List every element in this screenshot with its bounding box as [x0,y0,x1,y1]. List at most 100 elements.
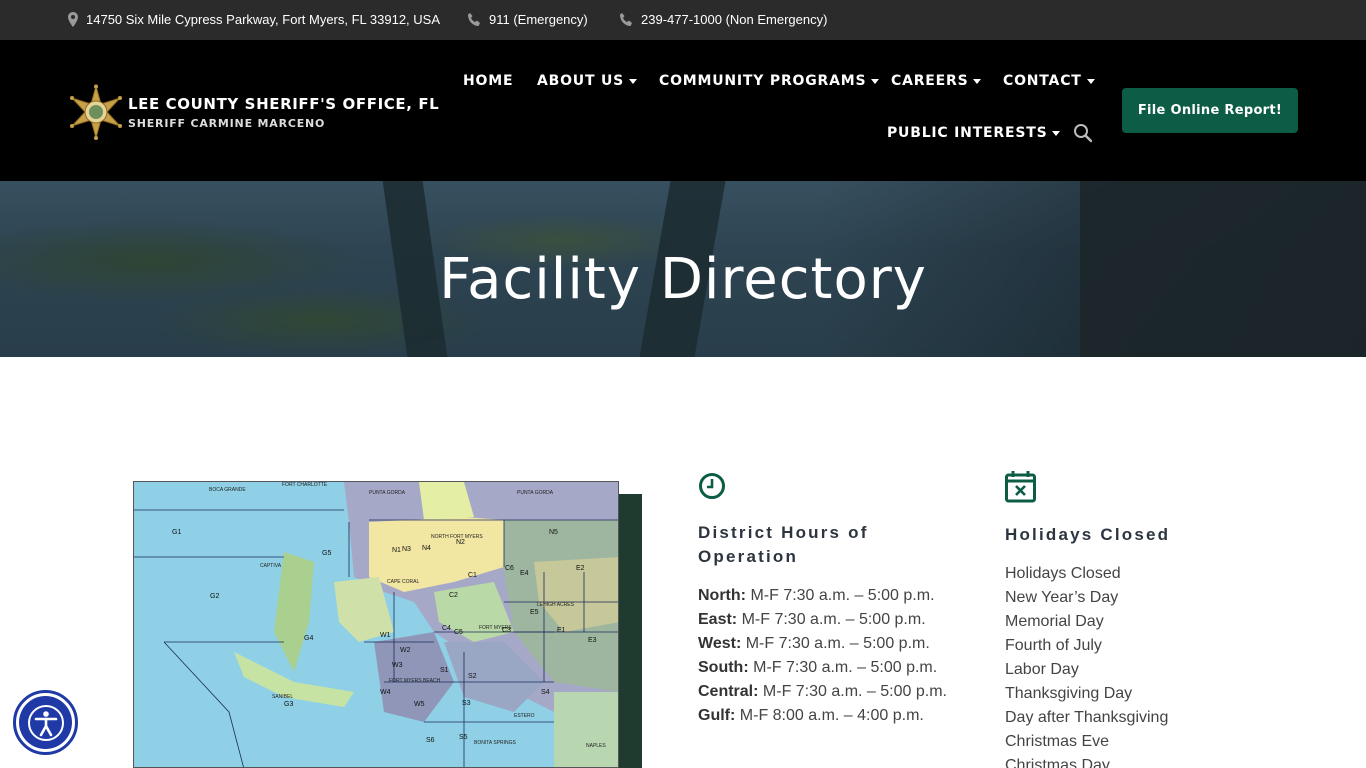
district-code-label: C6 [505,565,514,572]
hero-banner: Facility Directory [0,181,1366,357]
address-text: 14750 Six Mile Cypress Parkway, Fort Mye… [86,12,441,27]
accessibility-icon [27,704,64,741]
district-name: Central: [698,683,759,700]
map-label: CAPE CORAL [387,579,419,585]
district-code-label: N3 [402,546,411,553]
accessibility-button[interactable] [13,690,78,755]
nav-public-interests[interactable]: PUBLIC INTERESTS [887,125,1061,141]
district-code-label: W3 [392,662,403,669]
district-map-image[interactable]: BOCA GRANDE FORT CHARLOTTE PUNTA GORDA P… [133,481,619,768]
nav-contact[interactable]: CONTACT [1003,73,1095,89]
district-code-label: S2 [468,673,477,680]
holiday-item: New Year’s Day [1005,589,1119,606]
emergency-phone-item[interactable]: 911 (Emergency) [467,12,588,27]
phone-icon [620,12,632,26]
holidays-list: Holidays Closed New Year’s Day Memorial … [1005,562,1265,768]
holiday-item: Holidays Closed [1005,565,1121,582]
holiday-item: Fourth of July [1005,637,1102,654]
district-time: M-F 7:30 a.m. – 5:00 p.m. [762,683,947,700]
district-code-label: C5 [454,629,463,636]
district-code-label: N2 [456,539,465,546]
district-code-label: S5 [459,734,468,741]
district-code-label: G1 [172,529,181,536]
nav-careers[interactable]: CAREERS [891,73,982,89]
holiday-item: Christmas Day [1005,757,1110,768]
district-name: West: [698,635,742,652]
non-emergency-phone-text: 239-477-1000 (Non Emergency) [641,12,828,27]
map-label: PUNTA GORDA [517,490,554,496]
district-hours-section: District Hours of Operation North: M-F 7… [698,472,968,728]
hours-row: South: M-F 7:30 a.m. – 5:00 p.m. [698,656,968,680]
sheriff-star-badge-icon [70,84,122,140]
district-code-label: S3 [462,700,471,707]
district-code-label: G5 [322,550,331,557]
nav-home-label: HOME [463,73,514,89]
nav-careers-label: CAREERS [891,73,969,89]
hours-row: Gulf: M-F 8:00 a.m. – 4:00 p.m. [698,704,968,728]
file-online-report-button[interactable]: File Online Report! [1122,88,1298,133]
nav-home[interactable]: HOME [463,73,513,89]
caret-down-icon [973,78,982,84]
search-icon [1074,124,1093,143]
district-code-label: N5 [549,529,558,536]
non-emergency-phone-item[interactable]: 239-477-1000 (Non Emergency) [619,12,827,27]
search-button[interactable] [1073,123,1093,143]
district-name: Gulf: [698,707,736,724]
map-label: CAPTIVA [260,563,282,569]
district-map: BOCA GRANDE FORT CHARLOTTE PUNTA GORDA P… [134,482,618,767]
nav-about-us-label: ABOUT US [537,73,625,89]
emergency-phone-text: 911 (Emergency) [489,12,588,27]
map-shadow [615,494,642,768]
district-code-label: W5 [414,701,425,708]
map-label: BOCA GRANDE [209,487,246,493]
map-pin-icon [68,12,78,27]
district-code-label: N1 [392,547,401,554]
district-code-label: C4 [442,625,451,632]
nav-community-programs[interactable]: COMMUNITY PROGRAMS [659,73,880,89]
nav-public-interests-label: PUBLIC INTERESTS [887,125,1048,141]
holiday-item: Memorial Day [1005,613,1104,630]
district-name: South: [698,659,749,676]
hours-row: North: M-F 7:30 a.m. – 5:00 p.m. [698,584,968,608]
district-time: M-F 7:30 a.m. – 5:00 p.m. [750,587,935,604]
holiday-item: Christmas Eve [1005,733,1110,750]
district-code-label: C2 [449,592,458,599]
page-title: Facility Directory [439,247,927,312]
address-item[interactable]: 14750 Six Mile Cypress Parkway, Fort Mye… [68,12,440,27]
district-code-label: S6 [426,737,435,744]
district-code-label: N4 [422,545,431,552]
district-code-label: E5 [530,609,539,616]
holidays-title: Holidays Closed [1005,525,1171,544]
hours-row: Central: M-F 7:30 a.m. – 5:00 p.m. [698,680,968,704]
district-code-label: W1 [380,632,391,639]
nav-about-us[interactable]: ABOUT US [537,73,638,89]
map-label: PUNTA GORDA [369,490,406,496]
district-code-label: C3 [502,627,511,634]
district-name: East: [698,611,738,628]
district-code-label: W4 [380,689,391,696]
map-label: ESTERO [514,713,535,719]
district-code-label: C1 [468,572,477,579]
district-time: M-F 7:30 a.m. – 5:00 p.m. [745,635,930,652]
caret-down-icon [1052,130,1061,136]
site-header: LEE COUNTY SHERIFF'S OFFICE, FL SHERIFF … [0,40,1366,181]
district-name: North: [698,587,746,604]
site-logo[interactable]: LEE COUNTY SHERIFF'S OFFICE, FL SHERIFF … [68,84,439,140]
caret-down-icon [871,78,880,84]
district-code-label: G4 [304,635,313,642]
district-code-label: G2 [210,593,219,600]
map-label: FORT MYERS BEACH [389,678,441,684]
district-code-label: E1 [557,627,566,634]
top-info-bar: 14750 Six Mile Cypress Parkway, Fort Mye… [0,0,1366,40]
caret-down-icon [1086,78,1095,84]
district-code-label: S1 [440,667,449,674]
district-time: M-F 8:00 a.m. – 4:00 p.m. [739,707,924,724]
district-code-label: S4 [541,689,550,696]
calendar-x-icon [1005,471,1036,503]
nav-community-programs-label: COMMUNITY PROGRAMS [659,73,867,89]
map-label: SANIBEL [272,694,293,700]
map-label: LEHIGH ACRES [537,602,575,608]
district-time: M-F 7:30 a.m. – 5:00 p.m. [741,611,926,628]
district-time: M-F 7:30 a.m. – 5:00 p.m. [753,659,938,676]
clock-icon [699,473,725,499]
